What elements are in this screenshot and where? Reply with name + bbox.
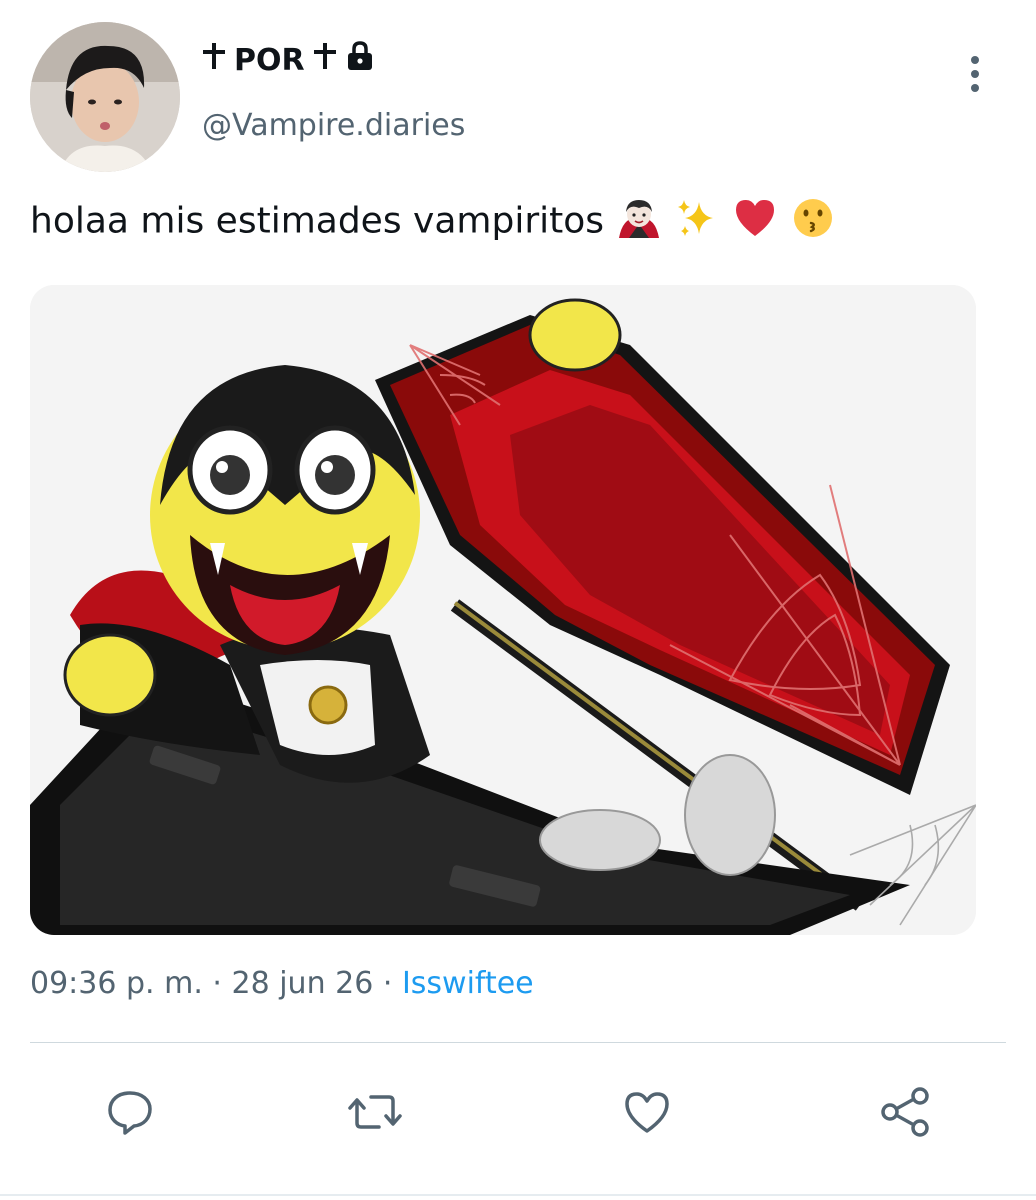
red-heart-emoji bbox=[732, 196, 778, 249]
share-button[interactable] bbox=[876, 1082, 936, 1142]
tweet-text: holaa mis estimades vampiritos bbox=[30, 196, 836, 249]
vampire-smiley-in-coffin-image bbox=[30, 285, 976, 935]
tweet-source-link[interactable]: Isswiftee bbox=[402, 966, 534, 1001]
vampire-emoji bbox=[615, 196, 663, 249]
latin-cross-icon bbox=[311, 41, 339, 79]
avatar[interactable] bbox=[30, 22, 180, 172]
avatar-photo bbox=[30, 22, 180, 172]
display-name-text: POR bbox=[234, 42, 305, 78]
reply-button[interactable] bbox=[100, 1082, 160, 1142]
sparkles-emoji bbox=[675, 196, 721, 249]
kissing-face-emoji bbox=[790, 196, 836, 249]
speech-bubble-icon bbox=[108, 1091, 152, 1135]
like-button[interactable] bbox=[617, 1082, 677, 1142]
retweet-icon bbox=[348, 1095, 402, 1129]
lock-icon bbox=[345, 40, 375, 80]
meta-separator: · bbox=[382, 966, 393, 1001]
tweet-meta: 09:36 p. m. · 28 jun 26 · Isswiftee bbox=[30, 966, 534, 1001]
more-vertical-icon bbox=[971, 56, 979, 92]
more-options-button[interactable] bbox=[960, 52, 990, 98]
retweet-button[interactable] bbox=[345, 1082, 405, 1142]
bottom-border bbox=[0, 1194, 1036, 1196]
divider bbox=[30, 1042, 1006, 1043]
heart-icon bbox=[625, 1092, 669, 1133]
share-icon bbox=[881, 1087, 929, 1137]
meta-separator: · bbox=[212, 966, 222, 1001]
tweet-time: 09:36 p. m. bbox=[30, 966, 203, 1001]
tweet-media-image[interactable] bbox=[30, 285, 976, 935]
tweet-date: 28 jun 26 bbox=[231, 966, 374, 1001]
user-handle[interactable]: @Vampire.diaries bbox=[202, 108, 465, 143]
latin-cross-icon bbox=[200, 41, 228, 79]
tweet-text-content: holaa mis estimades vampiritos bbox=[30, 200, 605, 242]
display-name[interactable]: POR bbox=[200, 40, 375, 80]
